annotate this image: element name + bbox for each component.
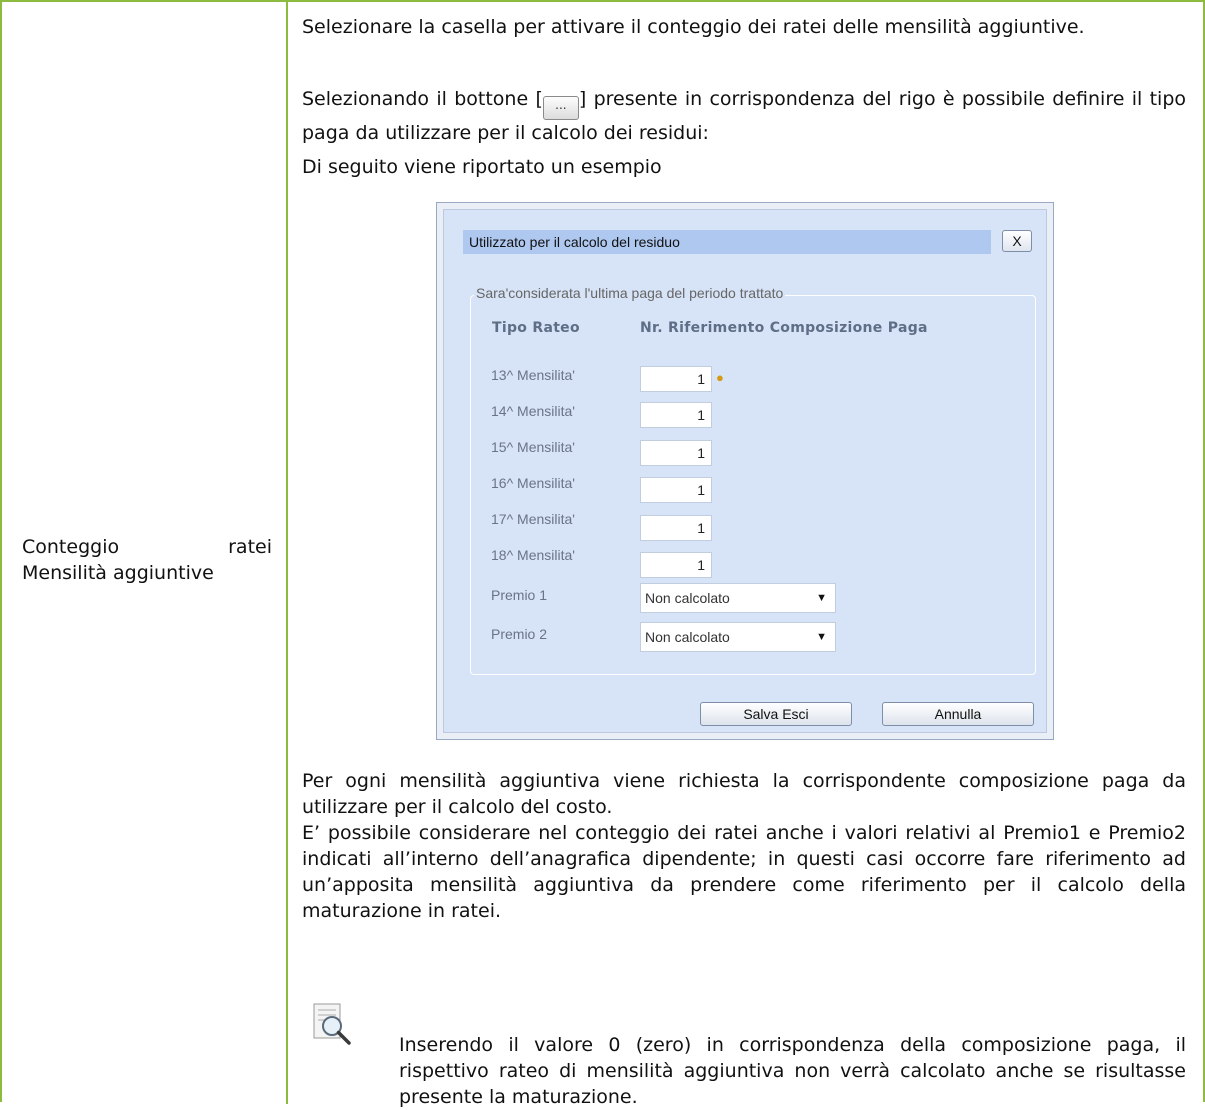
row-label: Conteggio ratei Mensilità aggiuntive xyxy=(22,534,272,586)
row-label-word-2: ratei xyxy=(228,536,272,558)
paragraph-button-text-a: Selezionando il bottone [ xyxy=(302,88,543,110)
dialog-title: Utilizzato per il calcolo del residuo xyxy=(463,230,991,254)
ellipsis-button-image: ... xyxy=(542,96,579,120)
note-text: Inserendo il valore 0 (zero) in corrispo… xyxy=(399,1034,1186,1108)
premio-1-select[interactable]: Non calcolato ▼ xyxy=(640,583,836,613)
chevron-down-icon: ▼ xyxy=(816,631,827,643)
row-16-label: 16^ Mensilita' xyxy=(491,475,575,491)
row-16-input[interactable]: 1 xyxy=(640,477,712,503)
row-18-input[interactable]: 1 xyxy=(640,552,712,578)
magnifier-note-icon xyxy=(313,1003,351,1045)
row-13-input[interactable]: 1 xyxy=(640,366,712,392)
column-header-nr-riferimento: Nr. Riferimento Composizione Paga xyxy=(640,320,928,336)
row-13-label: 13^ Mensilita' xyxy=(491,367,575,383)
premio-2-select[interactable]: Non calcolato ▼ xyxy=(640,622,836,652)
close-button[interactable]: X xyxy=(1002,230,1032,252)
premio-2-label: Premio 2 xyxy=(491,626,548,642)
paragraph-premio: E’ possibile considerare nel conteggio d… xyxy=(302,822,1186,922)
left-cell: Conteggio ratei Mensilità aggiuntive xyxy=(2,2,288,1104)
column-header-tipo-rateo: Tipo Rateo xyxy=(492,320,580,336)
group-caption: Sara'considerata l'ultima paga del perio… xyxy=(474,285,786,301)
row-14-input[interactable]: 1 xyxy=(640,402,712,428)
document-table: Conteggio ratei Mensilità aggiuntive Sel… xyxy=(0,0,1205,1108)
lightbulb-icon: ● xyxy=(716,370,724,385)
row-14-label: 14^ Mensilita' xyxy=(491,403,575,419)
dialog-body: Utilizzato per il calcolo del residuo X … xyxy=(443,209,1047,733)
row-label-line-2: Mensilità aggiuntive xyxy=(22,562,214,584)
residuo-dialog: Utilizzato per il calcolo del residuo X … xyxy=(436,202,1054,740)
row-label-word-1: Conteggio xyxy=(22,536,120,558)
premio-1-value: Non calcolato xyxy=(645,590,730,606)
paragraph-button: Selezionando il bottone [...] presente i… xyxy=(302,86,1186,146)
save-exit-button[interactable]: Salva Esci xyxy=(700,702,852,726)
paragraph-example: Di seguito viene riportato un esempio xyxy=(302,156,662,178)
row-15-label: 15^ Mensilita' xyxy=(491,439,575,455)
row-17-label: 17^ Mensilita' xyxy=(491,511,575,527)
right-cell: Selezionare la casella per attivare il c… xyxy=(288,2,1203,1108)
paragraph-intro: Selezionare la casella per attivare il c… xyxy=(302,16,1085,38)
row-15-input[interactable]: 1 xyxy=(640,440,712,466)
cancel-button[interactable]: Annulla xyxy=(882,702,1034,726)
premio-2-value: Non calcolato xyxy=(645,629,730,645)
paragraph-composition: Per ogni mensilità aggiuntiva viene rich… xyxy=(302,770,1186,818)
row-18-label: 18^ Mensilita' xyxy=(491,547,575,563)
chevron-down-icon: ▼ xyxy=(816,592,827,604)
premio-1-label: Premio 1 xyxy=(491,587,548,603)
row-17-input[interactable]: 1 xyxy=(640,515,712,541)
